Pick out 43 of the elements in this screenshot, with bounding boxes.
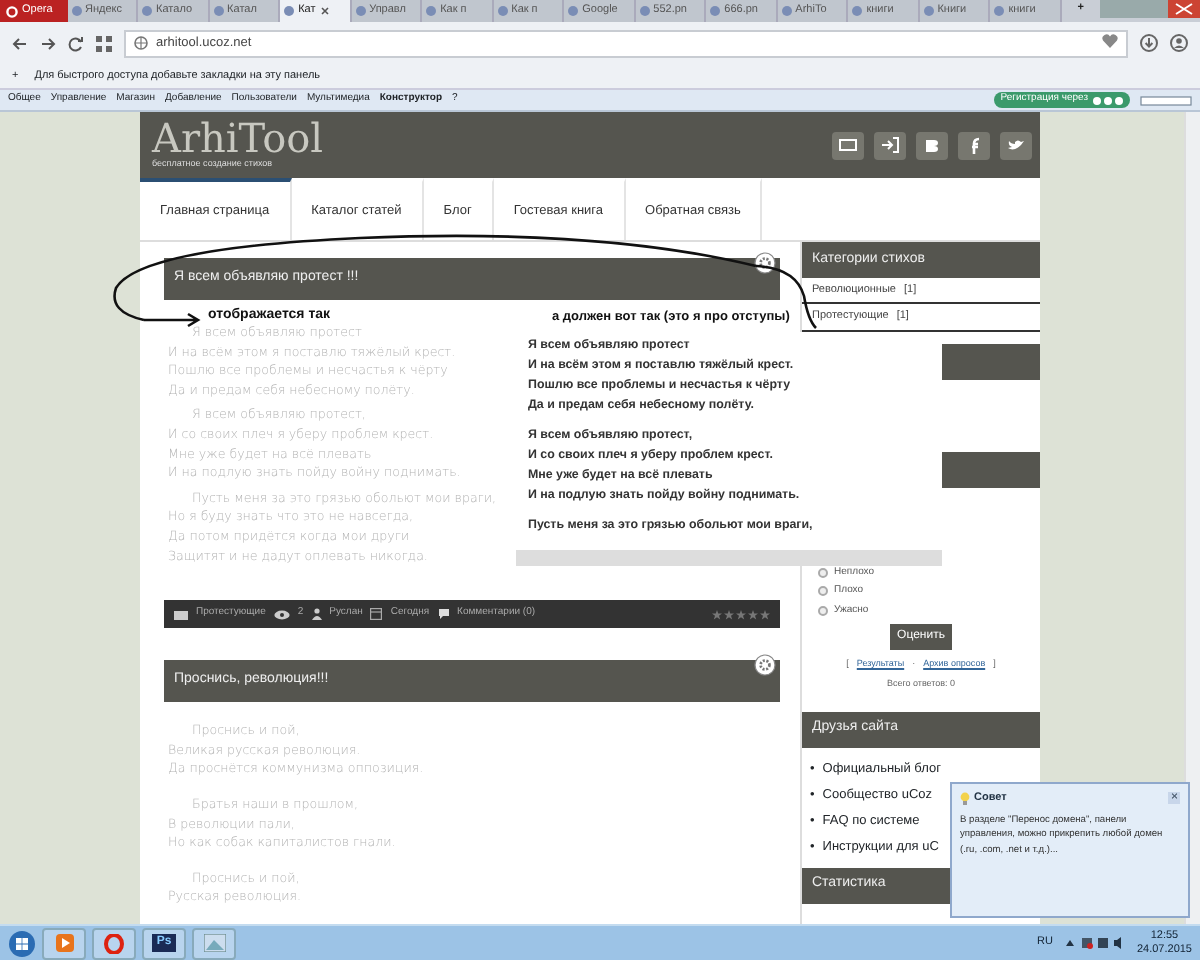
taskbar-app-button[interactable] [42, 927, 86, 959]
back-icon[interactable] [12, 35, 28, 51]
taskbar-app-button[interactable] [92, 927, 136, 959]
toolbar-slider-icon[interactable] [1140, 95, 1192, 105]
site-logo[interactable]: ArhiTool [152, 118, 324, 159]
star-icon[interactable] [724, 609, 734, 620]
person-icon [311, 608, 322, 621]
lightbulb-icon [960, 791, 970, 806]
forward-icon[interactable] [40, 35, 56, 51]
star-icon[interactable] [736, 609, 746, 620]
bird-icon [1006, 136, 1026, 154]
screen-icon [838, 136, 858, 154]
star-icon[interactable] [760, 609, 770, 620]
heart-icon[interactable] [1102, 34, 1118, 49]
header-link-button[interactable] [832, 131, 864, 159]
o-logo-icon [6, 5, 18, 17]
o-logo-icon [104, 933, 124, 953]
header-link-button[interactable] [958, 131, 990, 159]
gear-icon[interactable] [754, 252, 776, 274]
rating-stars[interactable] [712, 609, 770, 620]
calendar-icon [370, 608, 383, 621]
reload-icon[interactable] [68, 35, 84, 51]
header-link-button[interactable] [874, 131, 906, 159]
globe-icon [134, 36, 148, 50]
login-icon [880, 136, 900, 154]
close-icon[interactable] [319, 6, 330, 16]
window-controls-icon[interactable] [1100, 0, 1200, 20]
user-icon[interactable] [1170, 34, 1188, 52]
tray-icons[interactable] [1064, 936, 1125, 950]
folder-icon [174, 609, 188, 620]
grid-icon[interactable] [96, 35, 112, 51]
start-orb-icon[interactable] [8, 929, 36, 957]
star-icon[interactable] [712, 609, 722, 620]
gear-icon[interactable] [754, 654, 776, 677]
download-icon[interactable] [1140, 34, 1158, 52]
play-icon [55, 934, 73, 952]
eye-icon [273, 609, 290, 620]
star-icon[interactable] [748, 609, 758, 620]
header-link-button[interactable] [916, 131, 948, 159]
speech-bubble-icon [437, 608, 450, 621]
window-icon [203, 934, 225, 952]
scrollbar[interactable] [1184, 112, 1200, 924]
header-link-button[interactable] [1000, 131, 1032, 159]
